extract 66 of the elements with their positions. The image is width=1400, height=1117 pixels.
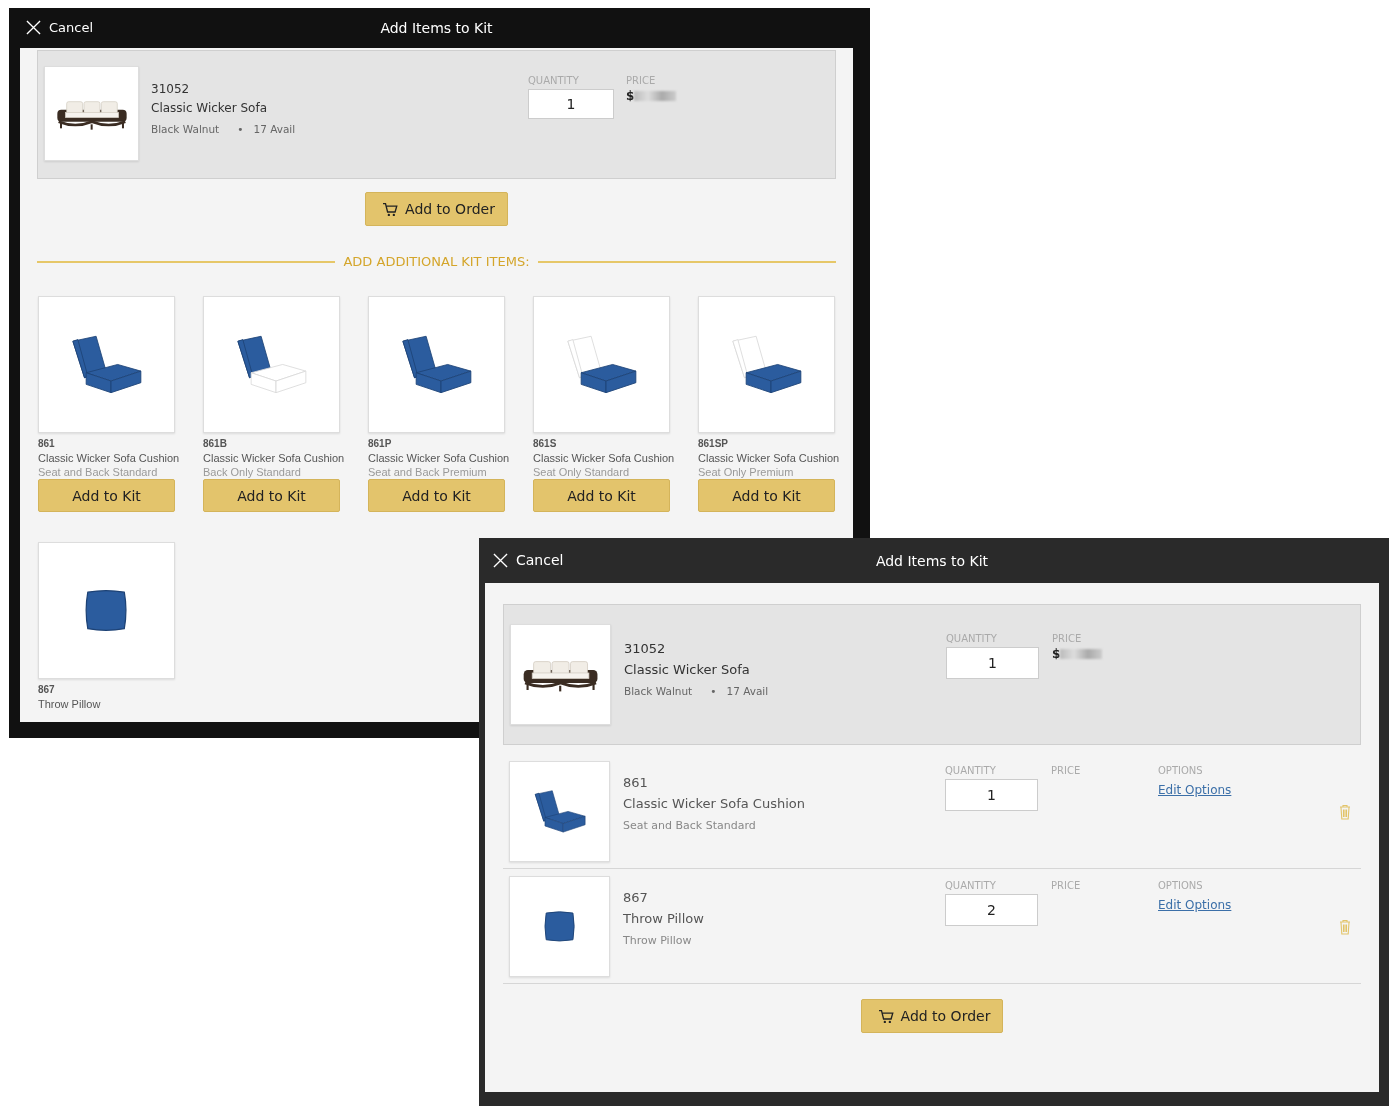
item-name: Classic Wicker Sofa bbox=[624, 662, 751, 677]
item-name: Throw Pillow bbox=[623, 911, 705, 926]
variant-text: Seat and Back Standard bbox=[38, 466, 159, 478]
item-number: 31052 bbox=[624, 641, 667, 656]
separator-dot: • bbox=[237, 123, 244, 135]
variant-text: Seat and Back Premium bbox=[368, 466, 488, 478]
quantity-field[interactable]: 1 bbox=[528, 89, 614, 119]
variant-text: Seat Only Premium bbox=[698, 466, 795, 478]
price-label: PRICE bbox=[626, 75, 657, 86]
window-title: Add Items to Kit bbox=[875, 552, 989, 569]
price-text: $ bbox=[1052, 647, 1061, 661]
add-to-kit-button[interactable]: Add to Kit bbox=[38, 479, 175, 512]
price-label: PRICE bbox=[1051, 880, 1082, 891]
separator-dot: • bbox=[710, 685, 717, 697]
section-heading: ADD ADDITIONAL KIT ITEMS: bbox=[343, 254, 530, 269]
quantity-field[interactable]: 2 bbox=[945, 894, 1038, 926]
options-label: OPTIONS bbox=[1158, 765, 1204, 776]
item-number: 861P bbox=[368, 438, 393, 449]
close-icon bbox=[493, 552, 508, 568]
cart-icon bbox=[877, 1008, 895, 1024]
trash-icon[interactable] bbox=[1339, 918, 1351, 935]
quantity-label: QUANTITY bbox=[528, 75, 580, 86]
finish-text: Black Walnut bbox=[151, 123, 220, 135]
price-label: PRICE bbox=[1052, 633, 1083, 644]
close-icon bbox=[26, 20, 41, 35]
item-name: Classic Wicker Sofa bbox=[151, 101, 269, 115]
variant-text: Seat Only Standard bbox=[533, 466, 630, 478]
add-to-kit-button[interactable]: Add to Kit bbox=[368, 479, 505, 512]
variant-text: Seat and Back Standard bbox=[623, 819, 757, 832]
window-title: Add Items to Kit bbox=[380, 20, 493, 36]
add-to-kit-button[interactable]: Add to Kit bbox=[203, 479, 340, 512]
quantity-label: QUANTITY bbox=[945, 765, 997, 776]
price-label: PRICE bbox=[1051, 765, 1082, 776]
trash-icon[interactable] bbox=[1339, 803, 1351, 820]
cancel-button[interactable]: Cancel bbox=[493, 552, 564, 568]
add-to-order-button[interactable]: Add to Order bbox=[365, 192, 508, 226]
item-number: 861 bbox=[623, 775, 649, 790]
add-to-order-button[interactable]: Add to Order bbox=[860, 999, 1004, 1033]
cart-icon bbox=[382, 201, 400, 217]
edit-options-link[interactable]: Edit Options bbox=[1158, 898, 1232, 912]
item-number: 867 bbox=[623, 890, 649, 905]
item-number: 861 bbox=[38, 438, 56, 449]
edit-options-link[interactable]: Edit Options bbox=[1158, 783, 1232, 797]
item-name: Classic Wicker Sofa Cushion bbox=[623, 796, 806, 811]
quantity-field[interactable]: 1 bbox=[946, 647, 1039, 679]
quantity-label: QUANTITY bbox=[945, 880, 997, 891]
price-text: $ bbox=[626, 89, 635, 103]
variant-text: Back Only Standard bbox=[203, 466, 302, 478]
availability-text: 17 Avail bbox=[726, 685, 769, 697]
quantity-field[interactable]: 1 bbox=[945, 779, 1038, 811]
blurred-price bbox=[1060, 649, 1103, 659]
add-to-kit-button[interactable]: Add to Kit bbox=[698, 479, 835, 512]
item-name: Throw Pillow bbox=[38, 698, 102, 710]
options-label: OPTIONS bbox=[1158, 880, 1204, 891]
cancel-button[interactable]: Cancel bbox=[26, 20, 94, 35]
add-to-kit-button[interactable]: Add to Kit bbox=[533, 479, 670, 512]
item-number: 861B bbox=[203, 438, 228, 449]
variant-text: Throw Pillow bbox=[623, 934, 693, 947]
item-number: 861S bbox=[533, 438, 558, 449]
item-number: 861SP bbox=[698, 438, 730, 449]
blurred-price bbox=[634, 91, 677, 101]
item-number: 867 bbox=[38, 684, 56, 695]
finish-text: Black Walnut bbox=[624, 685, 693, 697]
quantity-label: QUANTITY bbox=[946, 633, 998, 644]
item-number: 31052 bbox=[151, 82, 191, 96]
availability-text: 17 Avail bbox=[253, 123, 296, 135]
